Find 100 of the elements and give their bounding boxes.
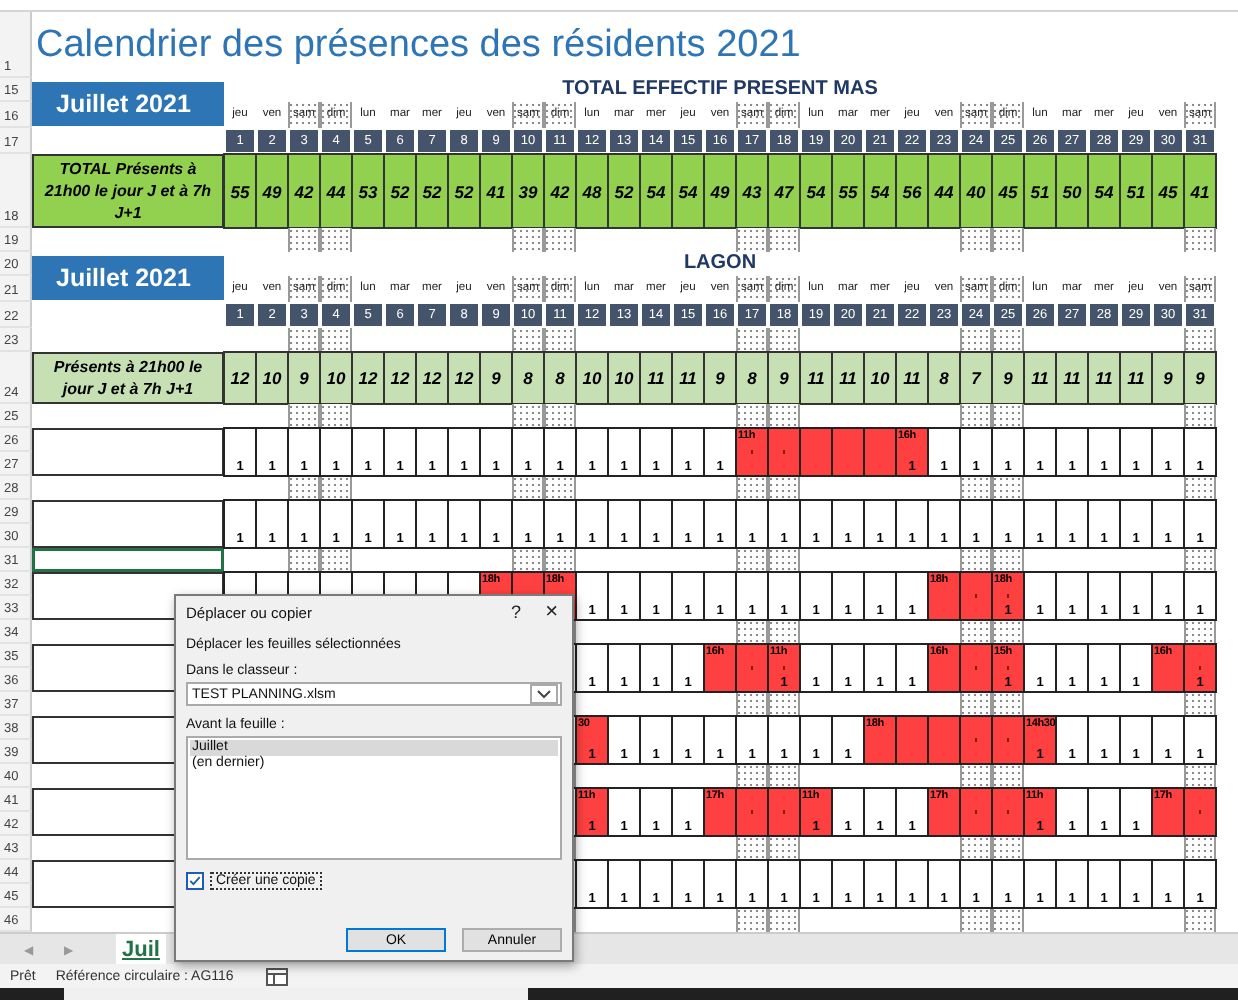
total-cell: 12 xyxy=(352,352,384,404)
total-cell: 42 xyxy=(544,154,576,228)
weekend-shading xyxy=(512,228,544,252)
weekend-shading xyxy=(960,692,992,716)
total-cell: 9 xyxy=(480,352,512,404)
weekend-shading xyxy=(320,228,352,252)
weekend-shading xyxy=(288,228,320,252)
total-cell: 8 xyxy=(512,352,544,404)
weekend-shading xyxy=(736,228,768,252)
chevron-down-icon[interactable] xyxy=(530,684,558,704)
weekend-shading xyxy=(544,328,576,352)
total-cell: 52 xyxy=(416,154,448,228)
total-cell: 11 xyxy=(672,352,704,404)
weekend-shading xyxy=(960,764,992,788)
total-cell: 8 xyxy=(544,352,576,404)
total-cell: 11 xyxy=(1120,352,1152,404)
total-cell: 9 xyxy=(1184,352,1216,404)
total-cell: 12 xyxy=(384,352,416,404)
close-button[interactable]: × xyxy=(541,602,562,622)
total-cell: 52 xyxy=(608,154,640,228)
total-cell: 55 xyxy=(224,154,256,228)
total-cell: 9 xyxy=(288,352,320,404)
weekend-shading xyxy=(992,764,1024,788)
total-cell: 55 xyxy=(832,154,864,228)
total-cell: 10 xyxy=(608,352,640,404)
total-cell: 11 xyxy=(896,352,928,404)
active-cell[interactable] xyxy=(32,548,224,572)
total-cell: 43 xyxy=(736,154,768,228)
total-cell: 12 xyxy=(416,352,448,404)
weekend-shading xyxy=(768,404,800,428)
total-cell: 41 xyxy=(1184,154,1216,228)
total-cell: 54 xyxy=(800,154,832,228)
total-cell: 52 xyxy=(448,154,480,228)
weekend-shading xyxy=(1184,228,1216,252)
weekend-shading xyxy=(960,228,992,252)
total-cell: 11 xyxy=(1056,352,1088,404)
total-cell: 9 xyxy=(704,352,736,404)
sheet-title: Calendrier des présences des résidents 2021 xyxy=(34,23,803,67)
total-cell: 45 xyxy=(1152,154,1184,228)
weekend-shading xyxy=(736,404,768,428)
total-cell: 11 xyxy=(1088,352,1120,404)
total-cell: 48 xyxy=(576,154,608,228)
total-cell: 42 xyxy=(288,154,320,228)
total-cell: 11 xyxy=(640,352,672,404)
total-cell: 7 xyxy=(960,352,992,404)
total-cell: 56 xyxy=(896,154,928,228)
total-cell: 44 xyxy=(320,154,352,228)
month-label: Juillet 2021 xyxy=(32,82,224,126)
weekend-shading xyxy=(768,328,800,352)
weekend-shading xyxy=(288,328,320,352)
total-cell: 12 xyxy=(448,352,480,404)
row-label: Présents à 21h00 le jour J et à 7h J+1 xyxy=(32,352,224,404)
section-heading: LAGON xyxy=(681,252,759,276)
total-cell: 10 xyxy=(320,352,352,404)
sheet-tab[interactable]: Juil xyxy=(116,934,166,964)
total-cell: 41 xyxy=(480,154,512,228)
weekend-shading xyxy=(960,620,992,644)
weekend-shading xyxy=(992,328,1024,352)
total-cell: 12 xyxy=(224,352,256,404)
checkbox[interactable] xyxy=(186,872,204,890)
total-cell: 9 xyxy=(992,352,1024,404)
month-label: Juillet 2021 xyxy=(32,256,224,300)
total-cell: 53 xyxy=(352,154,384,228)
total-cell: 52 xyxy=(384,154,416,228)
total-cell: 8 xyxy=(928,352,960,404)
weekend-shading xyxy=(512,328,544,352)
help-button[interactable]: ? xyxy=(507,602,526,622)
total-cell: 39 xyxy=(512,154,544,228)
total-cell: 50 xyxy=(1056,154,1088,228)
weekend-shading xyxy=(768,228,800,252)
section-heading: TOTAL EFFECTIF PRESENT MAS xyxy=(560,78,880,102)
total-cell: 54 xyxy=(1088,154,1120,228)
total-cell: 54 xyxy=(640,154,672,228)
total-cell: 51 xyxy=(1120,154,1152,228)
weekend-shading xyxy=(1184,328,1216,352)
weekend-shading xyxy=(736,328,768,352)
total-cell: 51 xyxy=(1024,154,1056,228)
weekend-shading xyxy=(320,328,352,352)
total-cell: 49 xyxy=(704,154,736,228)
total-cell: 10 xyxy=(864,352,896,404)
weekend-shading xyxy=(544,228,576,252)
total-cell: 44 xyxy=(928,154,960,228)
total-cell: 54 xyxy=(864,154,896,228)
sheet-icon[interactable] xyxy=(265,967,288,985)
total-cell: 11 xyxy=(832,352,864,404)
total-cell: 11 xyxy=(1024,352,1056,404)
weekend-shading xyxy=(992,228,1024,252)
total-cell: 10 xyxy=(256,352,288,404)
total-cell: 40 xyxy=(960,154,992,228)
total-cell: 9 xyxy=(1152,352,1184,404)
total-cell: 54 xyxy=(672,154,704,228)
total-cell: 11 xyxy=(800,352,832,404)
total-cell: 8 xyxy=(736,352,768,404)
total-cell: 10 xyxy=(576,352,608,404)
total-cell: 9 xyxy=(768,352,800,404)
total-cell: 49 xyxy=(256,154,288,228)
weekend-shading xyxy=(960,328,992,352)
total-cell: 45 xyxy=(992,154,1024,228)
total-cell: 47 xyxy=(768,154,800,228)
row-label: TOTAL Présents à 21h00 le jour J et à 7h J+1 xyxy=(32,154,224,228)
